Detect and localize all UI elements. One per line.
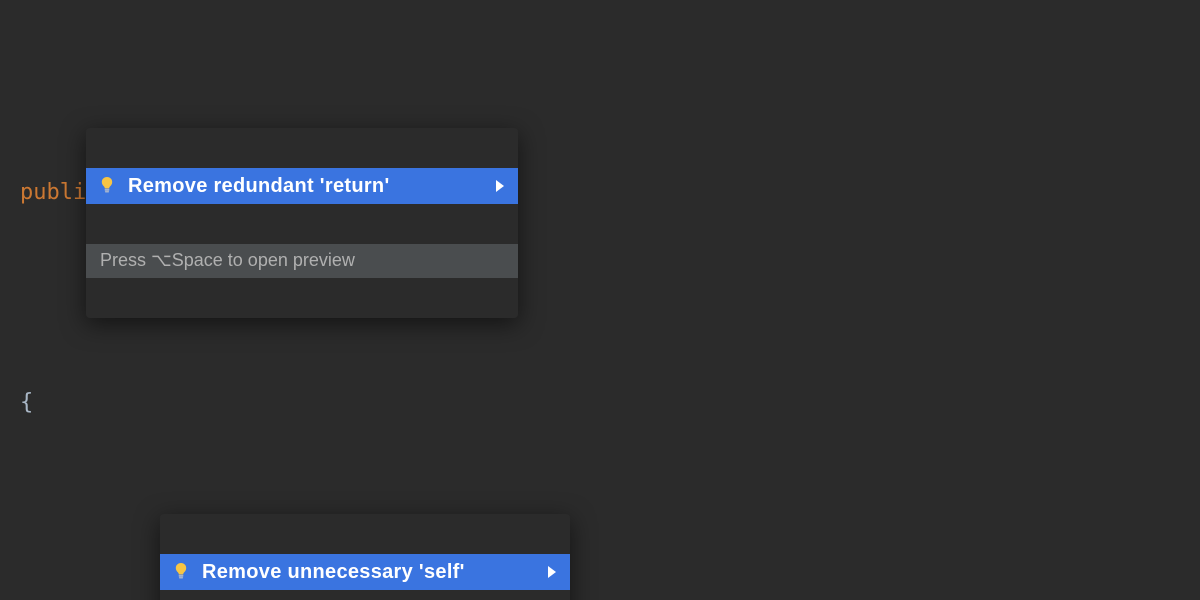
- submenu-arrow-icon: [496, 180, 504, 192]
- lightbulb-icon: [172, 563, 190, 581]
- token-brace: {: [20, 390, 33, 415]
- quick-fix-popup[interactable]: Remove unnecessary 'self' Press ⌥Space t…: [160, 514, 570, 600]
- quick-fix-item[interactable]: Remove redundant 'return': [86, 168, 518, 204]
- quick-fix-label: Remove unnecessary 'self': [202, 562, 465, 582]
- code-line: {: [20, 382, 1200, 424]
- code-editor[interactable]: public var endIndex: Index { return data…: [0, 0, 1200, 600]
- quick-fix-popup[interactable]: Remove redundant 'return' Press ⌥Space t…: [86, 128, 518, 318]
- lightbulb-icon: [98, 177, 116, 195]
- hint-text: to open preview: [223, 250, 355, 270]
- hint-text: Press: [100, 250, 151, 270]
- quick-fix-label: Remove redundant 'return': [128, 176, 390, 196]
- keyboard-shortcut: ⌥Space: [151, 250, 223, 270]
- submenu-arrow-icon: [548, 566, 556, 578]
- quick-fix-item[interactable]: Remove unnecessary 'self': [160, 554, 570, 590]
- quick-fix-hint: Press ⌥Space to open preview: [86, 244, 518, 278]
